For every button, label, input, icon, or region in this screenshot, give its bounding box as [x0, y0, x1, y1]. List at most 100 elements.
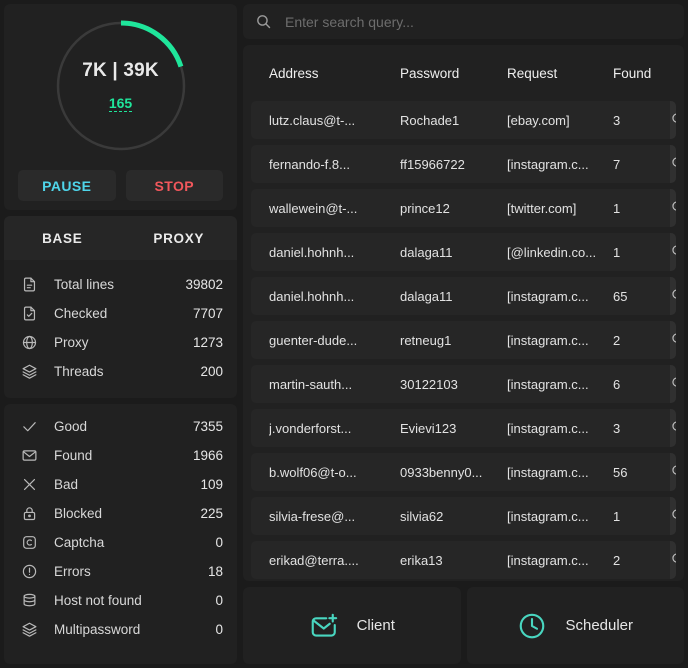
row-search-button[interactable] — [670, 321, 676, 359]
table-row[interactable]: b.wolf06@t-o... 0933benny0... [instagram.c… — [251, 453, 676, 491]
counters-label: Errors — [54, 564, 91, 579]
table-body: lutz.claus@t-... Rochade1 [ebay.com] 3 ferna… — [251, 101, 676, 581]
cell-address: b.wolf06@t-o... — [269, 464, 357, 480]
left-sidebar: 7K | 39K 165 PAUSE STOP BASE PROXY Total… — [4, 4, 237, 664]
base_stats-row[interactable]: Proxy 1273 — [18, 328, 223, 357]
base_stats-row[interactable]: Threads 200 — [18, 357, 223, 386]
pause-button[interactable]: PAUSE — [18, 170, 116, 201]
search-icon — [670, 199, 676, 218]
client-button[interactable]: Client — [243, 587, 461, 664]
cell-found: 2 — [613, 332, 621, 348]
table-row[interactable]: guenter-dude... retneug1 [instagram.c... 2 — [251, 321, 676, 359]
stop-button[interactable]: STOP — [125, 170, 223, 201]
table-row[interactable]: fernando-f.8... ff15966722 [instagram.c...… — [251, 145, 676, 183]
row-search-button[interactable] — [670, 541, 676, 579]
counters-value: 225 — [200, 506, 223, 521]
row-search-button[interactable] — [670, 145, 676, 183]
cell-address: fernando-f.8... — [269, 156, 350, 172]
base_stats-label: Total lines — [54, 277, 115, 292]
progress-ring-center: 7K | 39K 165 — [47, 12, 195, 160]
search-input[interactable] — [285, 13, 672, 30]
cell-found: 1 — [613, 508, 621, 524]
cell-password: retneug1 — [400, 332, 452, 348]
counters-row[interactable]: Host not found 0 — [18, 586, 223, 615]
cell-password: dalaga11 — [400, 288, 453, 304]
row-search-button[interactable] — [670, 365, 676, 403]
counters-label: Found — [54, 448, 93, 463]
row-search-button[interactable] — [670, 233, 676, 271]
results-table: Address Password Request Found lutz.clau… — [243, 45, 684, 581]
counters-row[interactable]: Found 1966 — [18, 441, 223, 470]
search-icon — [670, 287, 676, 306]
cell-request: [twitter.com] — [507, 200, 577, 216]
column-header-request: Request — [507, 65, 558, 81]
counters-value: 18 — [207, 564, 223, 579]
row-search-button[interactable] — [670, 101, 676, 139]
base_stats-value: 200 — [200, 364, 223, 379]
counters-row[interactable]: Good 7355 — [18, 412, 223, 441]
cell-password: 30122103 — [400, 376, 458, 392]
column-header-password: Password — [400, 65, 460, 81]
scheduler-button-label: Scheduler — [565, 617, 634, 634]
row-search-button[interactable] — [670, 453, 676, 491]
base-stats-list: Total lines 39802 Checked 7707 Proxy 1273 Thre… — [4, 260, 237, 398]
cell-request: [instagram.c... — [507, 464, 589, 480]
counters-label: Bad — [54, 477, 79, 492]
control-buttons: PAUSE STOP — [4, 170, 237, 201]
scheduler-button[interactable]: Scheduler — [466, 587, 684, 664]
tab-base[interactable]: BASE — [4, 216, 121, 260]
layers-icon — [18, 361, 40, 383]
counters-row[interactable]: Multipassword 0 — [18, 615, 223, 644]
counters-label: Good — [54, 419, 88, 434]
cell-found: 2 — [613, 552, 621, 568]
counters-row[interactable]: Captcha 0 — [18, 528, 223, 557]
row-search-button[interactable] — [670, 497, 676, 535]
table-row[interactable]: j.vonderforst... Evievi123 [instagram.c...… — [251, 409, 676, 447]
cell-password: 0933benny0... — [400, 464, 483, 480]
row-search-button[interactable] — [670, 277, 676, 315]
cell-password: erika13 — [400, 552, 443, 568]
table-row[interactable]: wallewein@t-... prince12 [twitter.com] 1 — [251, 189, 676, 227]
counters-row[interactable]: Errors 18 — [18, 557, 223, 586]
cell-request: [instagram.c... — [507, 156, 589, 172]
table-row[interactable]: daniel.hohnh... dalaga11 [@linkedin.co... 1 — [251, 233, 676, 271]
table-row[interactable]: lutz.claus@t-... Rochade1 [ebay.com] 3 — [251, 101, 676, 139]
counters-row[interactable]: Bad 109 — [18, 470, 223, 499]
cell-address: wallewein@t-... — [269, 200, 358, 216]
cell-password: Rochade1 — [400, 112, 460, 128]
clock-icon — [517, 611, 547, 641]
cell-found: 3 — [613, 420, 621, 436]
cell-request: [instagram.c... — [507, 332, 589, 348]
search-icon — [670, 419, 676, 438]
globe-icon — [18, 332, 40, 354]
cell-found: 56 — [613, 464, 628, 480]
search-icon — [670, 551, 676, 570]
base_stats-label: Checked — [54, 306, 108, 321]
close-icon — [18, 474, 40, 496]
row-search-button[interactable] — [670, 189, 676, 227]
cell-request: [instagram.c... — [507, 420, 589, 436]
cell-address: guenter-dude... — [269, 332, 358, 348]
table-row[interactable]: daniel.hohnh... dalaga11 [instagram.c... 65 — [251, 277, 676, 315]
search-icon — [670, 375, 676, 394]
base_stats-row[interactable]: Checked 7707 — [18, 299, 223, 328]
table-row[interactable]: martin-sauth... 30122103 [instagram.c... 6 — [251, 365, 676, 403]
progress-main-value: 7K | 39K — [82, 59, 159, 81]
table-row[interactable]: erikad@terra.... erika13 [instagram.c... 2 — [251, 541, 676, 579]
base_stats-value: 39802 — [185, 277, 223, 292]
progress-sub-value: 165 — [108, 94, 133, 113]
base-proxy-tabs: BASE PROXY — [4, 216, 237, 260]
cell-password: Evievi123 — [400, 420, 457, 436]
cell-address: j.vonderforst... — [269, 420, 352, 436]
base_stats-label: Proxy — [54, 335, 89, 350]
base_stats-label: Threads — [54, 364, 104, 379]
tab-proxy[interactable]: PROXY — [121, 216, 238, 260]
counters-row[interactable]: Blocked 225 — [18, 499, 223, 528]
base_stats-row[interactable]: Total lines 39802 — [18, 270, 223, 299]
progress-panel: 7K | 39K 165 PAUSE STOP — [4, 4, 237, 210]
search-bar[interactable] — [243, 4, 684, 39]
row-search-button[interactable] — [670, 409, 676, 447]
cell-address: silvia-frese@... — [269, 508, 356, 524]
cell-found: 6 — [613, 376, 621, 392]
table-row[interactable]: silvia-frese@... silvia62 [instagram.c... 1 — [251, 497, 676, 535]
